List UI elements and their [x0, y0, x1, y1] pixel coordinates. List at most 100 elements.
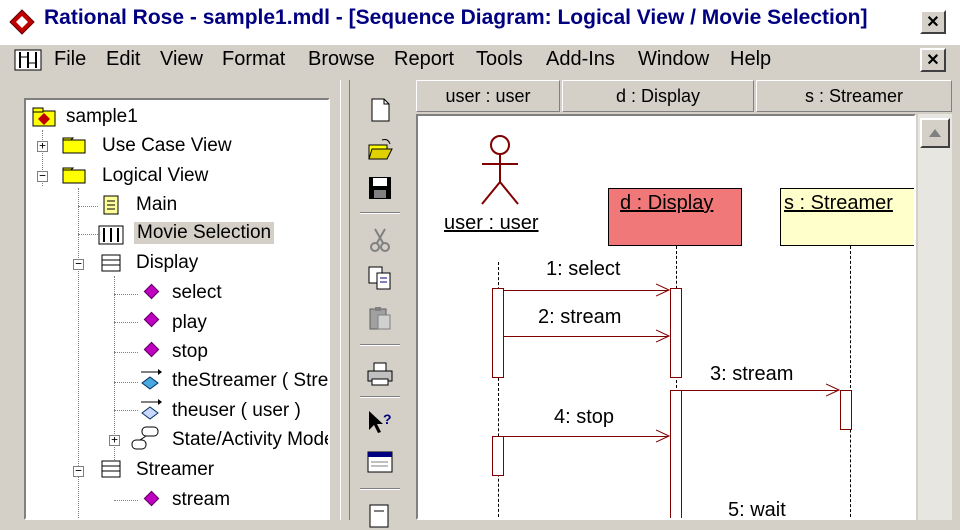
column-header-streamer[interactable]: s : Streamer — [756, 80, 952, 112]
operation-icon — [143, 311, 160, 328]
vertical-scrollbar[interactable] — [918, 114, 952, 520]
panel-splitter[interactable] — [340, 80, 350, 520]
toolbar-separator — [360, 212, 400, 214]
message-arrow[interactable] — [504, 290, 668, 291]
arrowhead-icon — [656, 283, 670, 297]
actor-stick-figure-icon[interactable] — [474, 134, 526, 208]
object-label-streamer: s : Streamer — [784, 192, 893, 214]
activation-bar-streamer[interactable] — [840, 390, 852, 430]
tree-item-operation[interactable]: select — [172, 282, 222, 304]
browser-window-icon[interactable] — [366, 448, 394, 476]
close-icon: ✕ — [926, 52, 940, 69]
actor-label-user[interactable]: user : user — [444, 212, 538, 235]
association-role-icon — [141, 369, 162, 390]
tree-item-display[interactable]: Display — [136, 252, 198, 274]
copy-icon[interactable] — [366, 264, 394, 292]
menu-report[interactable]: Report — [394, 48, 454, 71]
activation-bar-display[interactable] — [670, 288, 682, 378]
arrowhead-icon — [656, 429, 670, 443]
class-icon — [101, 460, 121, 478]
message-label[interactable]: 5: wait — [728, 499, 786, 518]
state-activity-icon — [131, 426, 159, 450]
sequence-diagram-icon — [98, 225, 124, 245]
tree-expander[interactable]: + — [109, 434, 120, 446]
tree-connector — [78, 206, 98, 207]
menu-window[interactable]: Window — [638, 48, 709, 71]
arrowhead-icon — [656, 329, 670, 343]
toolbar-separator — [360, 488, 400, 490]
window-title: Rational Rose - sample1.mdl - [Sequence … — [44, 6, 868, 29]
association-role-icon — [141, 399, 162, 420]
column-header-user[interactable]: user : user — [416, 80, 560, 112]
lifeline-streamer — [850, 246, 851, 518]
menu-edit[interactable]: Edit — [106, 48, 140, 71]
tree-connector — [78, 234, 98, 235]
svg-text:?: ? — [383, 411, 392, 427]
sequence-diagram-icon — [14, 49, 42, 71]
menu-format[interactable]: Format — [222, 48, 285, 71]
paste-clipboard-icon[interactable] — [366, 304, 394, 332]
tree-item-use-case-view[interactable]: Use Case View — [102, 135, 232, 157]
document-close-button[interactable]: ✕ — [920, 48, 946, 72]
message-label[interactable]: 4: stop — [554, 406, 614, 429]
menu-view[interactable]: View — [160, 48, 203, 71]
message-label[interactable]: 2: stream — [538, 306, 621, 329]
save-disk-icon[interactable] — [366, 174, 394, 202]
close-icon: ✕ — [926, 14, 940, 31]
tree-connector — [114, 500, 138, 501]
arrow-up-icon — [929, 129, 941, 137]
documentation-icon[interactable] — [366, 502, 394, 530]
tree-item-state-activity-model[interactable]: State/Activity Model — [172, 429, 328, 451]
toolbar-separator — [360, 396, 400, 398]
class-diagram-icon — [103, 195, 119, 215]
tree-item-main[interactable]: Main — [136, 194, 177, 216]
scroll-up-button[interactable] — [920, 118, 950, 148]
folder-open-icon — [62, 167, 86, 184]
diagram-canvas[interactable]: user : user d : Display s : Streamer 1: … — [416, 114, 916, 520]
print-icon[interactable] — [366, 360, 394, 388]
activation-bar-user[interactable] — [492, 288, 504, 378]
tree-expander[interactable]: − — [37, 170, 48, 182]
tree-connector — [114, 294, 138, 295]
message-arrow[interactable] — [504, 336, 668, 337]
menu-add-ins[interactable]: Add-Ins — [546, 48, 615, 71]
open-folder-icon[interactable] — [366, 136, 394, 164]
activation-bar-display[interactable] — [670, 390, 682, 518]
tree-item-operation[interactable]: stop — [172, 341, 208, 363]
tree-expander[interactable]: − — [73, 258, 84, 270]
menu-file[interactable]: File — [54, 48, 86, 71]
context-help-icon[interactable]: ? — [366, 408, 394, 436]
message-label[interactable]: 3: stream — [710, 363, 793, 386]
tree-connector — [114, 322, 138, 323]
diagram-toolbox: ? — [352, 80, 408, 528]
tree-item-operation[interactable]: stream — [172, 489, 230, 511]
tree-connector — [114, 382, 138, 383]
column-header-display[interactable]: d : Display — [562, 80, 754, 112]
tree-item-logical-view[interactable]: Logical View — [102, 165, 208, 187]
tree-item-the-user[interactable]: theuser ( user ) — [172, 400, 301, 422]
tree-item-movie-selection[interactable]: Movie Selection — [134, 222, 275, 244]
tree-expander[interactable]: − — [73, 465, 84, 477]
object-label-display: d : Display — [620, 192, 714, 214]
activation-bar-user[interactable] — [492, 436, 504, 476]
tree-item-operation[interactable]: play — [172, 312, 207, 334]
tree-connector — [114, 352, 138, 353]
model-icon — [32, 107, 56, 127]
model-browser-tree[interactable]: sample1 + Use Case View − Logical View M… — [24, 98, 330, 520]
tree-item-the-streamer[interactable]: theStreamer ( Streamer ) — [172, 370, 328, 392]
tree-item-sample1[interactable]: sample1 — [66, 106, 138, 128]
tree-expander[interactable]: + — [37, 140, 48, 152]
menu-tools[interactable]: Tools — [476, 48, 523, 71]
message-label[interactable]: 1: select — [546, 258, 620, 281]
menu-help[interactable]: Help — [730, 48, 771, 71]
message-arrow[interactable] — [504, 436, 668, 437]
operation-icon — [143, 283, 160, 300]
tree-item-streamer[interactable]: Streamer — [136, 459, 214, 481]
new-file-icon[interactable] — [366, 96, 394, 124]
window-close-button[interactable]: ✕ — [920, 10, 946, 34]
menu-browse[interactable]: Browse — [308, 48, 375, 71]
folder-icon — [62, 137, 86, 154]
message-arrow[interactable] — [682, 390, 838, 391]
operation-icon — [143, 341, 160, 358]
cut-scissors-icon[interactable] — [366, 226, 394, 254]
